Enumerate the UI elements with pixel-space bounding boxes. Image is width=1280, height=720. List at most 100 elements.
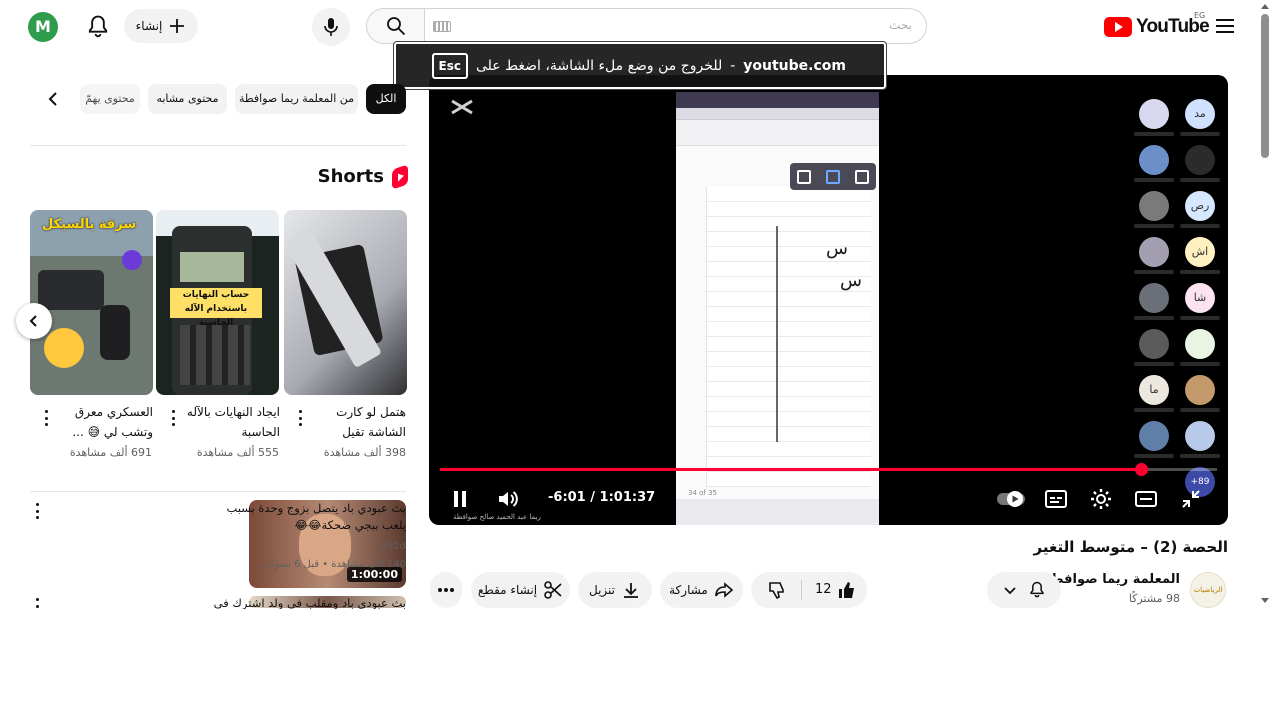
keyboard-icon[interactable] [433, 21, 451, 32]
clip-button[interactable]: إنشاء مقطع [471, 572, 570, 608]
create-button[interactable]: إنشاء [124, 9, 198, 43]
participant-avatar [1139, 145, 1169, 175]
chip-all[interactable]: الكل [366, 84, 406, 114]
like-icon[interactable] [837, 580, 857, 600]
more-horizontal-icon [438, 588, 454, 592]
short-overlay-text: حساب النهايات باستخدام الآله الحاسبة [170, 288, 262, 328]
more-vertical-icon[interactable] [171, 410, 175, 426]
account-avatar[interactable]: M [28, 12, 58, 42]
bell-icon [88, 15, 108, 38]
video-channel[interactable]: v52d _ [373, 541, 406, 552]
short-thumbnail[interactable]: سرقة بالسيكل [30, 210, 153, 395]
short-views: 691 ألف مشاهدة [69, 446, 152, 459]
scissors-icon [544, 581, 562, 599]
share-icon [715, 582, 734, 598]
like-dislike-group: 12 [751, 572, 867, 608]
more-vertical-icon[interactable] [35, 598, 39, 608]
more-actions-button[interactable] [430, 572, 462, 608]
chip-interesting[interactable]: محتوى يهمّ [80, 84, 140, 114]
shorts-heading: Shorts [318, 163, 408, 190]
short-views: 398 ألف مشاهدة [323, 446, 406, 459]
participant-name [1134, 316, 1174, 320]
shorts-prev-button[interactable] [16, 303, 52, 339]
whiteboard-text: س [840, 270, 862, 291]
video-title: الحصة (2) – متوسط التغير [1033, 538, 1228, 556]
progress-scrubber[interactable] [1134, 463, 1148, 476]
esc-key: Esc [431, 52, 468, 79]
video-watermark: ريما عبد الحميد صالح صوافطة [453, 513, 541, 521]
search-placeholder: بحث [889, 18, 912, 32]
pause-icon[interactable] [451, 489, 469, 509]
more-vertical-icon[interactable] [298, 410, 302, 426]
participant-avatar [1185, 375, 1215, 405]
voice-search-button[interactable] [312, 8, 350, 46]
participant-name [1134, 224, 1174, 228]
participant-avatar [1185, 329, 1215, 359]
toast-message: للخروج من وضع ملء الشاشة، اضغط على [475, 57, 723, 74]
short-thumbnail[interactable] [284, 210, 407, 395]
search-button[interactable] [366, 8, 424, 44]
participant-name [1134, 408, 1174, 412]
search-icon [386, 17, 405, 36]
participant-name [1180, 132, 1220, 136]
participant-avatar: اش [1185, 237, 1215, 267]
toast-dash: - [730, 57, 736, 74]
subtitles-icon[interactable] [1044, 488, 1068, 510]
subscriber-count: 98 مشتركًا [1128, 592, 1180, 605]
scroll-up-arrow[interactable] [1261, 4, 1269, 9]
chevron-left-icon[interactable] [44, 90, 62, 108]
hamburger-menu-icon[interactable] [1216, 19, 1234, 33]
time-display: -6:01 / 1:01:37 [548, 490, 656, 505]
autoplay-toggle-icon[interactable] [996, 490, 1026, 508]
video-title-link[interactable]: بث عبودي باد يتصل بزوج وحدة بسبب يلعب بب… [206, 500, 406, 534]
youtube-play-icon [1104, 17, 1132, 37]
like-count: 12 [815, 582, 832, 597]
subscribed-button[interactable] [987, 572, 1061, 608]
exit-fullscreen-icon[interactable] [1179, 487, 1203, 511]
channel-name[interactable]: المعلمة ريما صوافطة [1043, 572, 1180, 587]
share-button[interactable]: مشاركة [660, 572, 743, 608]
divider [30, 491, 406, 492]
short-thumbnail[interactable]: حساب النهايات باستخدام الآله الحاسبة [156, 210, 279, 395]
notifications-button[interactable] [84, 12, 112, 42]
volume-icon[interactable] [496, 487, 520, 511]
participant-avatar [1185, 421, 1215, 451]
participant-name [1134, 132, 1174, 136]
more-vertical-icon[interactable] [44, 410, 48, 426]
short-title[interactable]: العسكري معرق وتشب لي 😅 ... [53, 402, 153, 442]
dislike-icon[interactable] [767, 580, 787, 600]
youtube-logo[interactable]: YouTube EG [1104, 11, 1210, 38]
region-code: EG [1194, 11, 1206, 20]
settings-gear-icon[interactable] [1089, 487, 1113, 511]
progress-played [440, 468, 1141, 471]
scroll-down-arrow[interactable] [1261, 598, 1269, 603]
whiteboard-text: س [826, 238, 848, 259]
video-title-link[interactable]: بث عبودي باد ومقلب في ولد اشترك في [206, 595, 406, 609]
clip-label: إنشاء مقطع [477, 583, 538, 597]
page-scrollbar[interactable] [1261, 14, 1269, 158]
chip-related[interactable]: محتوى مشابه [148, 84, 227, 114]
participant-avatar [1139, 99, 1169, 129]
participant-name [1180, 178, 1220, 182]
short-title[interactable]: ايجاد النهايات بالآله الحاسبة [180, 402, 280, 442]
participant-avatar [1139, 329, 1169, 359]
search-input[interactable]: بحث [424, 8, 927, 44]
shorts-icon [392, 163, 408, 190]
theater-mode-icon[interactable] [1134, 488, 1158, 510]
chevron-left-icon [29, 315, 37, 327]
participant-name [1180, 316, 1220, 320]
filter-chips: الكل من المعلمة ريما صوافطة محتوى مشابه … [30, 84, 408, 114]
microphone-icon [324, 18, 338, 36]
short-title[interactable]: هتمل لو كارت الشاشة تقيل [306, 402, 406, 442]
participant-avatar [1139, 283, 1169, 313]
participant-avatar [1139, 237, 1169, 267]
create-label: إنشاء [135, 19, 163, 33]
participant-name [1180, 270, 1220, 274]
channel-avatar[interactable]: الرياضيات [1190, 572, 1226, 608]
participant-name [1180, 408, 1220, 412]
video-player[interactable]: س س 34 of 35 مد رص اش شا ما +89 -6:01 / 1:01:… [429, 75, 1228, 525]
download-button[interactable]: تنزيل [578, 572, 652, 608]
more-vertical-icon[interactable] [35, 503, 39, 519]
short-views: 555 ألف مشاهدة [196, 446, 279, 459]
chip-from-channel[interactable]: من المعلمة ريما صوافطة [235, 84, 358, 114]
